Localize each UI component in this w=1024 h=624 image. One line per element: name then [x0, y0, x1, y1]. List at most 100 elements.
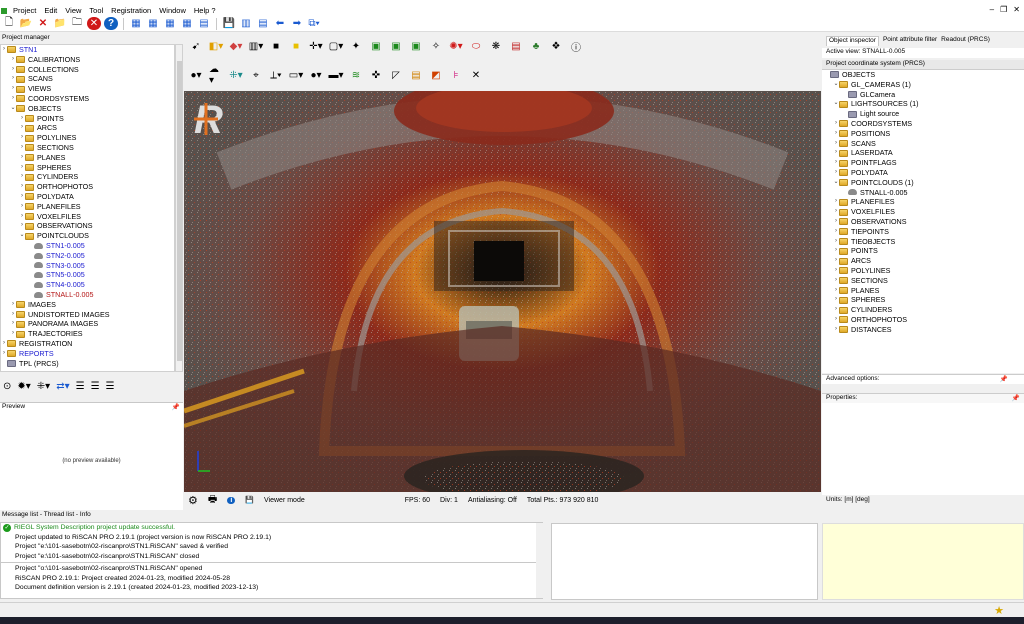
project-tree-item[interactable]: › ORTHOPHOTOS	[1, 182, 174, 192]
project-tree-item[interactable]: › REGISTRATION	[1, 339, 174, 349]
select-point-icon[interactable]: ▣	[369, 40, 383, 53]
scrollbar-thumb[interactable]	[177, 61, 182, 361]
point-cloud-viewport[interactable]: R	[184, 91, 821, 492]
target-icon[interactable]: ✺▾	[449, 40, 463, 53]
pin-icon[interactable]: 📌	[1000, 375, 1008, 383]
menu-window[interactable]: Window	[155, 6, 190, 15]
new-project-icon[interactable]: 🗋	[2, 17, 16, 30]
pin-icon[interactable]: 📌	[172, 403, 180, 411]
project-tree-item[interactable]: › VIEWS	[1, 84, 174, 94]
inspector-tree-item[interactable]: › PLANES	[824, 286, 1024, 296]
inspector-tree-item[interactable]: › POLYDATA	[824, 168, 1024, 178]
project-tree-item[interactable]: STN5-0.005	[1, 270, 174, 280]
export-icon[interactable]: ◩	[429, 69, 443, 82]
axes-icon[interactable]: ✛▾	[309, 40, 323, 53]
project-tree-item[interactable]: › POINTS	[1, 114, 174, 124]
settings-gear-icon[interactable]: ⚙	[188, 494, 198, 507]
tree-icon[interactable]: ♣	[529, 40, 543, 53]
ruler-icon[interactable]: ▭▾	[289, 69, 303, 82]
save-icon[interactable]: 💾	[222, 17, 236, 30]
inspector-tree-item[interactable]: › SECTIONS	[824, 276, 1024, 286]
open-folder-icon[interactable]: 📁	[53, 17, 67, 30]
project-tree-item[interactable]: › STN1	[1, 45, 174, 55]
project-tree-item[interactable]: › PLANES	[1, 153, 174, 163]
cube-yellow-icon[interactable]: ■	[289, 40, 303, 53]
forward-arrow-icon[interactable]: ➡	[290, 17, 304, 30]
project-tree-item[interactable]: › COLLECTIONS	[1, 65, 174, 75]
inspector-tree-item[interactable]: › SPHERES	[824, 295, 1024, 305]
message-list-scrollbar[interactable]	[536, 523, 543, 598]
inspector-tree-item[interactable]: ⌄ LIGHTSOURCES (1)	[824, 99, 1024, 109]
locate-icon[interactable]: ⊙	[3, 381, 11, 392]
screens-dropdown-icon[interactable]: ⧉▾	[307, 17, 321, 30]
frame-icon[interactable]: ▢▾	[329, 40, 343, 53]
project-tree-item[interactable]: › POLYDATA	[1, 192, 174, 202]
project-tree-item[interactable]: › CALIBRATIONS	[1, 55, 174, 65]
inspector-tree-item[interactable]: › ORTHOPHOTOS	[824, 315, 1024, 325]
project-tree-item[interactable]: › CYLINDERS	[1, 172, 174, 182]
save-folder-icon[interactable]: 🗀	[70, 17, 84, 30]
menu-view[interactable]: View	[61, 6, 85, 15]
color-ramp-icon[interactable]: ⊧	[449, 69, 463, 82]
list-compact-icon[interactable]: ☰	[106, 381, 115, 392]
info-blue-icon[interactable]: i	[227, 496, 236, 504]
tab-readout[interactable]: Readout (PRCS)	[941, 36, 990, 46]
inspector-tree-item[interactable]: › TIEPOINTS	[824, 227, 1024, 237]
project-manager-scrollbar[interactable]	[175, 44, 183, 372]
align-right-icon[interactable]: ▦	[180, 17, 194, 30]
select-area-icon[interactable]: ▣	[389, 40, 403, 53]
sparkle-icon[interactable]: ✧	[429, 40, 443, 53]
align-left-icon[interactable]: ▦	[163, 17, 177, 30]
project-tree-item[interactable]: › VOXELFILES	[1, 212, 174, 222]
shade-icon[interactable]: ●▾	[309, 69, 323, 82]
select-polygon-icon[interactable]: ▣	[409, 40, 423, 53]
inspector-tree-item[interactable]: STNALL-0.005	[824, 188, 1024, 198]
inspector-tree-item[interactable]: › POLYLINES	[824, 266, 1024, 276]
inspector-tree-item[interactable]: › DISTANCES	[824, 325, 1024, 335]
project-tree-item[interactable]: › TRAJECTORIES	[1, 329, 174, 339]
inspector-tree-item[interactable]: › POSITIONS	[824, 129, 1024, 139]
measure-icon[interactable]: ⟂▾	[269, 69, 283, 82]
project-tree-item[interactable]: › PANORAMA IMAGES	[1, 319, 174, 329]
project-tree-item[interactable]: ⌄ POINTCLOUDS	[1, 231, 174, 241]
pin-icon[interactable]: 📌	[1012, 394, 1020, 402]
project-tree-item[interactable]: ⌄ OBJECTS	[1, 104, 174, 114]
scan-export-icon[interactable]: ▦	[146, 17, 160, 30]
rgb-bars-icon[interactable]: ▤	[509, 40, 523, 53]
project-tree-item[interactable]: TPL (PRCS)	[1, 359, 174, 369]
project-tree-item[interactable]: STN1-0.005	[1, 241, 174, 251]
crosshair-icon[interactable]: ⌖	[249, 69, 263, 82]
inspector-tree-item[interactable]: › POINTFLAGS	[824, 158, 1024, 168]
sphere-icon[interactable]: ●▾	[189, 69, 203, 82]
inspector-tree-item[interactable]: › VOXELFILES	[824, 207, 1024, 217]
datasets-icon[interactable]: ▤	[409, 69, 423, 82]
objects-icon[interactable]: ❖	[549, 40, 563, 53]
project-tree-item[interactable]: › COORDSYSTEMS	[1, 94, 174, 104]
render-mode-icon[interactable]: ◆▾	[229, 40, 243, 53]
cloud-mode-icon[interactable]: ☁▾	[209, 64, 223, 86]
close-view-icon[interactable]: ✕	[469, 69, 483, 82]
inspector-tree-item[interactable]: › POINTS	[824, 246, 1024, 256]
histogram-icon[interactable]: ▥▾	[249, 40, 263, 53]
project-tree-item[interactable]: › REPORTS	[1, 349, 174, 359]
menu-tool[interactable]: Tool	[85, 6, 107, 15]
clip-icon[interactable]: ◸	[389, 69, 403, 82]
project-tree-item[interactable]: › OBSERVATIONS	[1, 221, 174, 231]
print-icon[interactable]: 🖶	[208, 492, 217, 509]
favorites-star-icon[interactable]: ★	[994, 604, 1004, 617]
cluster-icon[interactable]: ❋	[489, 40, 503, 53]
inspector-tree-item[interactable]: › COORDSYSTEMS	[824, 119, 1024, 129]
inspector-tree-item[interactable]: › OBSERVATIONS	[824, 217, 1024, 227]
restore-icon[interactable]: ❐	[1000, 5, 1007, 14]
menu-edit[interactable]: Edit	[40, 6, 61, 15]
pin-red-icon[interactable]: ⬭	[469, 40, 483, 53]
inspector-tree-item[interactable]: GLCamera	[824, 90, 1024, 100]
project-tree-item[interactable]: › SPHERES	[1, 163, 174, 173]
tile-vertical-icon[interactable]: ▥	[239, 17, 253, 30]
project-tree-item[interactable]: › SCANS	[1, 74, 174, 84]
project-tree-item[interactable]: STN2-0.005	[1, 251, 174, 261]
project-tree-item[interactable]: › IMAGES	[1, 300, 174, 310]
swap-arrows-icon[interactable]: ⇄▾	[56, 381, 69, 392]
list-detail-icon[interactable]: ☰	[91, 381, 100, 392]
project-tree-item[interactable]: › UNDISTORTED IMAGES	[1, 310, 174, 320]
